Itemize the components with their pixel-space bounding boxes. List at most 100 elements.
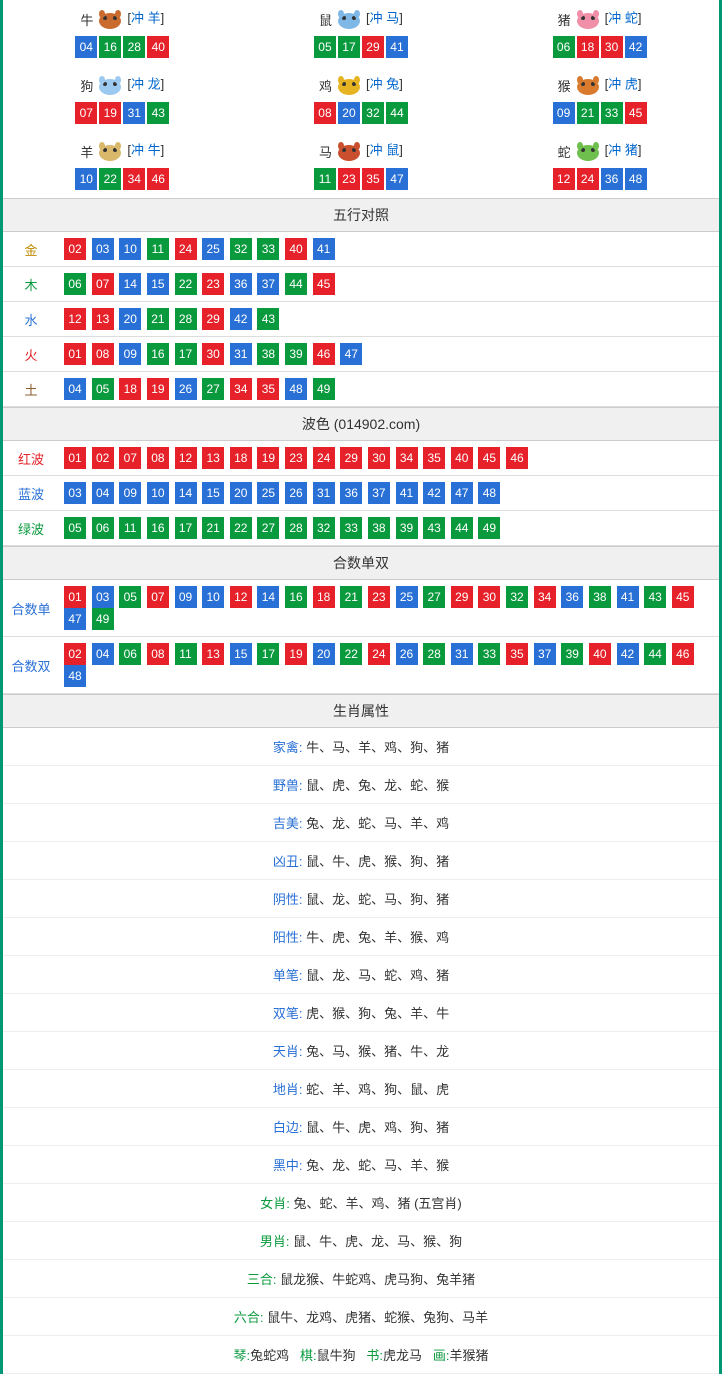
zodiac-name: 鼠 [319,10,332,29]
zodiac-nums: 06183042 [480,36,719,58]
number-chip: 39 [396,517,418,539]
number-chip: 14 [257,586,279,608]
number-chip: 12 [175,447,197,469]
number-chip: 45 [478,447,500,469]
attr-label: 男肖: [260,1234,290,1249]
number-chip: 01 [64,343,86,365]
attr-label: 三合: [247,1272,277,1287]
table-row: 火01 08 09 16 17 30 31 38 39 46 47 [3,337,719,372]
attr-label: 阳性: [273,930,303,945]
number-chip: 25 [257,482,279,504]
row-nums: 12 13 20 21 28 29 42 43 [59,302,719,337]
table-row: 土04 05 18 19 26 27 34 35 48 49 [3,372,719,407]
attr-value: 蛇、羊、鸡、狗、鼠、虎 [306,1082,449,1097]
attr-row: 单笔: 鼠、龙、马、蛇、鸡、猪 [3,956,719,994]
attr-value: 牛、虎、兔、羊、猴、鸡 [306,930,449,945]
attr-value: 鼠牛、龙鸡、虎猪、蛇猴、兔狗、马羊 [267,1310,488,1325]
zodiac-nums: 08203244 [242,102,481,124]
number-chip: 41 [396,482,418,504]
ox-icon [93,6,127,32]
number-chip: 21 [577,102,599,124]
attr-label: 双笔: [273,1006,303,1021]
zodiac-name: 猪 [558,10,571,29]
number-chip: 10 [202,586,224,608]
number-chip: 02 [64,643,86,665]
bose-table: 红波01 02 07 08 12 13 18 19 23 24 29 30 34… [3,441,719,546]
number-chip: 08 [147,643,169,665]
number-chip: 45 [625,102,647,124]
number-chip: 10 [147,482,169,504]
wuxing-table: 金02 03 10 11 24 25 32 33 40 41木06 07 14 … [3,232,719,407]
attr-row: 六合: 鼠牛、龙鸡、虎猪、蛇猴、兔狗、马羊 [3,1298,719,1336]
heshu-table: 合数单01 03 05 07 09 10 12 14 16 18 21 23 2… [3,580,719,694]
zodiac-clash: 冲 猪 [608,142,638,157]
zodiac-nums: 05172941 [242,36,481,58]
zodiac-clash: 冲 羊 [131,10,161,25]
number-chip: 15 [202,482,224,504]
number-chip: 42 [423,482,445,504]
attr-label: 女肖: [260,1196,290,1211]
number-chip: 21 [202,517,224,539]
number-chip: 26 [396,643,418,665]
attr-row: 男肖: 鼠、牛、虎、龙、马、猴、狗 [3,1222,719,1260]
row-nums: 04 05 18 19 26 27 34 35 48 49 [59,372,719,407]
number-chip: 34 [534,586,556,608]
number-chip: 43 [257,308,279,330]
attr-value: 鼠、龙、马、蛇、鸡、猪 [306,968,449,983]
row-nums: 03 04 09 10 14 15 20 25 26 31 36 37 41 4… [59,476,719,511]
table-row: 绿波05 06 11 16 17 21 22 27 28 32 33 38 39… [3,511,719,546]
number-chip: 24 [368,643,390,665]
number-chip: 40 [147,36,169,58]
zodiac-cell: 狗[冲 龙]07193143 [3,66,242,132]
number-chip: 22 [340,643,362,665]
zodiac-nums: 04162840 [3,36,242,58]
number-chip: 13 [92,308,114,330]
attr-row: 家禽: 牛、马、羊、鸡、狗、猪 [3,728,719,766]
number-chip: 30 [202,343,224,365]
number-chip: 20 [338,102,360,124]
zodiac-nums: 10223446 [3,168,242,190]
number-chip: 20 [119,308,141,330]
attr-value: 鼠、龙、蛇、马、狗、猪 [306,892,449,907]
number-chip: 31 [313,482,335,504]
table-row: 红波01 02 07 08 12 13 18 19 23 24 29 30 34… [3,441,719,476]
number-chip: 42 [230,308,252,330]
number-chip: 17 [257,643,279,665]
attrs-list: 家禽: 牛、马、羊、鸡、狗、猪野兽: 鼠、虎、兔、龙、蛇、猴吉美: 兔、龙、蛇、… [3,728,719,1374]
number-chip: 42 [617,643,639,665]
attr-value: 虎、猴、狗、兔、羊、牛 [306,1006,449,1021]
attr-value: 鼠、牛、虎、龙、马、猴、狗 [293,1234,462,1249]
number-chip: 09 [553,102,575,124]
row-nums: 01 03 05 07 09 10 12 14 16 18 21 23 25 2… [59,580,719,637]
number-chip: 13 [202,643,224,665]
attr-label: 六合: [234,1310,264,1325]
section-heshu-title: 合数单双 [3,546,719,580]
number-chip: 05 [92,378,114,400]
zodiac-name: 羊 [80,142,93,161]
zodiac-cell: 猴[冲 虎]09213345 [480,66,719,132]
number-chip: 17 [175,517,197,539]
row-label: 木 [3,267,59,302]
number-chip: 26 [285,482,307,504]
number-chip: 06 [64,273,86,295]
zodiac-clash: 冲 龙 [131,76,161,91]
zodiac-name: 马 [319,142,332,161]
zodiac-clash: 冲 兔 [370,76,400,91]
number-chip: 10 [75,168,97,190]
number-chip: 41 [313,238,335,260]
zodiac-clash: 冲 虎 [608,76,638,91]
row-nums: 01 02 07 08 12 13 18 19 23 24 29 30 34 3… [59,441,719,476]
number-chip: 02 [64,238,86,260]
attr-row: 阴性: 鼠、龙、蛇、马、狗、猪 [3,880,719,918]
number-chip: 23 [202,273,224,295]
number-chip: 31 [123,102,145,124]
zodiac-name: 狗 [80,76,93,95]
number-chip: 11 [119,517,141,539]
number-chip: 29 [340,447,362,469]
monkey-icon [571,72,605,98]
footer-key: 棋: [300,1348,317,1363]
number-chip: 31 [451,643,473,665]
attr-value: 鼠、牛、虎、猴、狗、猪 [306,854,449,869]
section-attrs-title: 生肖属性 [3,694,719,728]
zodiac-cell: 猪[冲 蛇]06183042 [480,0,719,66]
